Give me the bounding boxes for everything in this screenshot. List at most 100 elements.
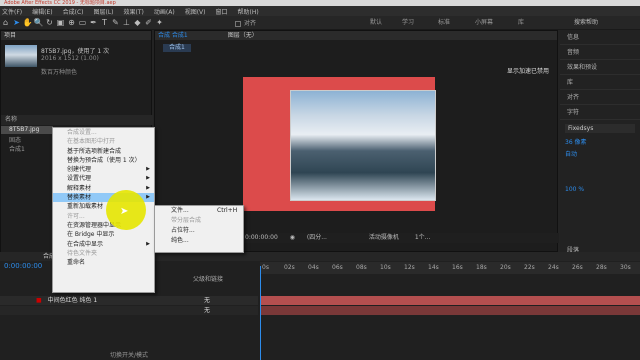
label: 带分层合成 — [171, 217, 202, 224]
label: 设置代理 — [67, 175, 92, 183]
search-help-input[interactable]: 搜索帮助 — [574, 16, 598, 30]
comp-breadcrumb[interactable]: 合成1 — [163, 44, 191, 52]
menu-item-comp-settings[interactable]: 合成设置... — [53, 128, 154, 137]
menu-window[interactable]: 窗口 — [215, 7, 227, 16]
submenu-item-layered-comp[interactable]: 带分层合成 — [155, 216, 243, 226]
menu-item-essential-graphics[interactable]: 在基本图形中打开 — [53, 137, 154, 146]
menu-animation[interactable]: 动画(A) — [154, 7, 175, 16]
panel-character[interactable]: 字符 — [560, 105, 640, 120]
snap-checkbox-wrap[interactable]: 对齐 — [235, 18, 256, 27]
layer-bar-2[interactable] — [260, 306, 640, 315]
project-item-solids[interactable]: 固态 — [9, 135, 21, 144]
type-tool-icon[interactable]: T — [99, 17, 110, 28]
tracking[interactable]: 100 % — [565, 186, 635, 193]
eraser-tool-icon[interactable]: ◆ — [132, 17, 143, 28]
timeline-time[interactable]: 0:00:00:00 — [4, 262, 42, 270]
rotate-tool-icon[interactable]: ↻ — [44, 17, 55, 28]
hand-tool-icon[interactable]: ✋ — [22, 17, 33, 28]
menu-effect[interactable]: 效果(T) — [124, 7, 144, 16]
label: 在合成中显示 — [67, 240, 104, 248]
workspace-learn[interactable]: 学习 — [402, 16, 414, 30]
layer-parent-2[interactable]: 无 — [204, 306, 210, 315]
label: 在 Bridge 中显示 — [67, 231, 115, 239]
menu-help[interactable]: 帮助(H) — [238, 7, 259, 16]
submenu-item-solid[interactable]: 纯色... — [155, 236, 243, 246]
rectangle-tool-icon[interactable]: ▭ — [77, 17, 88, 28]
layer-tab[interactable]: 图层（无） — [228, 32, 258, 39]
project-item-comp[interactable]: 合成1 — [9, 144, 25, 153]
toolbar: ⌂ ➤ ✋ 🔍 ↻ ▣ ⊕ ▭ ✒ T ✎ ⊥ ◆ ✐ ✦ 对齐 默认 学习 标… — [0, 16, 640, 30]
ruler-5: 10s — [380, 264, 391, 271]
project-name-header[interactable]: 名称 — [1, 115, 153, 125]
time-ruler[interactable]: 0s 02s 04s 06s 08s 10s 12s 14s 16s 18s 2… — [260, 262, 640, 274]
workspace-standard[interactable]: 标准 — [438, 16, 450, 30]
layer-row-1[interactable]: ■ 中间色红色 纯色 1 无 — [0, 296, 258, 305]
ruler-15: 30s — [620, 264, 631, 271]
home-icon[interactable]: ⌂ — [0, 17, 11, 28]
label: 待色文件夹 — [67, 249, 98, 257]
panel-audio[interactable]: 音频 — [560, 45, 640, 60]
submenu-item-file[interactable]: 文件... Ctrl+H — [155, 206, 243, 216]
toggle-switches-modes[interactable]: 切换开关/模式 — [110, 350, 148, 359]
submenu-arrow-icon: ▶ — [146, 166, 150, 173]
menu-item-rename[interactable]: 重命名 — [53, 258, 154, 267]
ruler-14: 28s — [596, 264, 607, 271]
menu-view[interactable]: 视图(V) — [185, 7, 206, 16]
comp-time[interactable]: 0:00:00:00 — [245, 234, 278, 241]
workspace-library[interactable]: 库 — [518, 16, 524, 30]
panel-library[interactable]: 库 — [560, 75, 640, 90]
project-item-jpg[interactable]: 8T5B7.jpg — [1, 126, 53, 134]
panel-effects[interactable]: 效果和预设 — [560, 60, 640, 75]
menu-edit[interactable]: 编辑(E) — [32, 7, 52, 16]
menu-item-color-folder[interactable]: 待色文件夹 — [53, 249, 154, 258]
font-select[interactable]: Fixedsys — [565, 124, 635, 133]
submenu-arrow-icon: ▶ — [146, 194, 150, 201]
panel-info[interactable]: 信息 — [560, 30, 640, 45]
menu-composition[interactable]: 合成(C) — [63, 7, 84, 16]
menu-layer[interactable]: 图层(L) — [94, 7, 114, 16]
label: 重命名 — [67, 259, 86, 267]
comp-tab[interactable]: 合成 合成1 — [158, 32, 188, 39]
file-desc: 数百万种颜色 — [41, 69, 78, 76]
camera-select[interactable]: 活动摄像机 — [369, 234, 399, 241]
selection-tool-icon[interactable]: ➤ — [11, 17, 22, 28]
views-select[interactable]: 1个... — [415, 234, 431, 241]
layer-bar-1[interactable] — [260, 296, 640, 305]
workspace-default[interactable]: 默认 — [370, 16, 382, 30]
ruler-8: 16s — [452, 264, 463, 271]
camera-tool-icon[interactable]: ▣ — [55, 17, 66, 28]
roto-tool-icon[interactable]: ✐ — [143, 17, 154, 28]
project-tab[interactable]: 项目 — [1, 31, 151, 40]
menu-bar: 文件(F) 编辑(E) 合成(C) 图层(L) 效果(T) 动画(A) 视图(V… — [0, 6, 640, 16]
brush-tool-icon[interactable]: ✎ — [110, 17, 121, 28]
footage-image[interactable] — [290, 90, 436, 201]
menu-file[interactable]: 文件(F) — [2, 7, 22, 16]
pen-tool-icon[interactable]: ✒ — [88, 17, 99, 28]
font-size[interactable]: 36 像素 — [565, 137, 635, 146]
layer-parent[interactable]: 无 — [204, 296, 210, 305]
layer-row-2[interactable]: 无 — [0, 306, 258, 315]
workspace-small[interactable]: 小屏幕 — [475, 16, 493, 30]
zoom-tool-icon[interactable]: 🔍 — [33, 17, 44, 28]
menu-item-replace-precomp[interactable]: 替换为预合成（使用 1 次） — [53, 156, 154, 165]
label: 创建代理 — [67, 166, 92, 174]
snap-checkbox[interactable] — [235, 20, 241, 27]
ruler-1: 02s — [284, 264, 295, 271]
camera-snapshot-icon[interactable]: ◉ — [290, 234, 295, 241]
menu-item-new-comp[interactable]: 基于所选项新建合成 — [53, 147, 154, 156]
ruler-2: 04s — [308, 264, 319, 271]
menu-item-interpret-footage[interactable]: 解释素材 ▶ — [53, 184, 154, 193]
label: 文件... — [171, 207, 189, 214]
resolution-select[interactable]: (四分... — [307, 234, 327, 241]
menu-item-set-proxy[interactable]: 设置代理 ▶ — [53, 174, 154, 183]
panel-align[interactable]: 对齐 — [560, 90, 640, 105]
puppet-tool-icon[interactable]: ✦ — [154, 17, 165, 28]
submenu-item-placeholder[interactable]: 占位符... — [155, 226, 243, 236]
menu-item-reveal-comp[interactable]: 在合成中显示 ▶ — [53, 240, 154, 249]
menu-item-reveal-bridge[interactable]: 在 Bridge 中显示 — [53, 230, 154, 239]
menu-item-create-proxy[interactable]: 创建代理 ▶ — [53, 165, 154, 174]
playhead[interactable] — [260, 266, 261, 360]
pan-behind-icon[interactable]: ⊕ — [66, 17, 77, 28]
clone-tool-icon[interactable]: ⊥ — [121, 17, 132, 28]
leading[interactable]: 自动 — [565, 149, 635, 158]
